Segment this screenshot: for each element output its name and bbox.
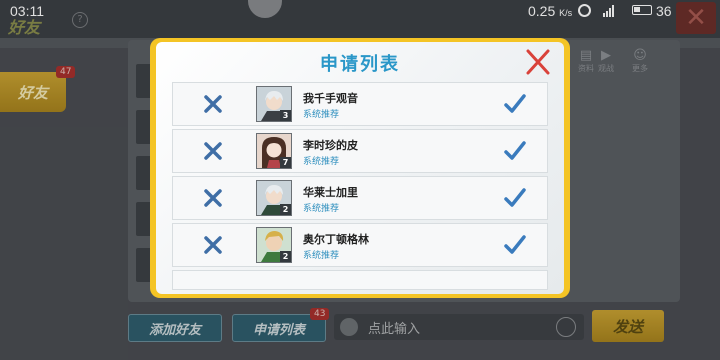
dialog-close-button[interactable] <box>522 48 554 76</box>
avatar[interactable]: 2 <box>256 227 292 263</box>
reject-button[interactable] <box>203 141 223 161</box>
check-icon <box>504 141 526 160</box>
close-icon <box>526 49 550 75</box>
cross-icon <box>204 236 222 254</box>
accept-button[interactable] <box>503 140 527 162</box>
reject-button[interactable] <box>203 94 223 114</box>
request-row: 2 华莱士加里 系统推荐 <box>172 176 548 220</box>
check-icon <box>504 94 526 113</box>
accept-button[interactable] <box>503 93 527 115</box>
cross-icon <box>204 95 222 113</box>
reject-button[interactable] <box>203 235 223 255</box>
player-name: 我千手观音 <box>303 92 358 105</box>
avatar[interactable]: 7 <box>256 133 292 169</box>
request-list: 3 我千手观音 系统推荐 7 李时珍的皮 系统推荐 2 华莱士加里 系统推荐 2… <box>172 82 548 292</box>
request-row: 3 我千手观音 系统推荐 <box>172 82 548 126</box>
level-badge: 3 <box>280 110 291 121</box>
cross-icon <box>204 142 222 160</box>
player-name: 奥尔丁顿格林 <box>303 233 369 246</box>
request-list-dialog: 申请列表 3 我千手观音 系统推荐 7 李时珍的皮 系统推荐 2 华莱士加里 系… <box>156 42 564 294</box>
avatar[interactable]: 2 <box>256 180 292 216</box>
request-row <box>172 270 548 290</box>
level-badge: 2 <box>280 251 291 262</box>
accept-button[interactable] <box>503 187 527 209</box>
request-source: 系统推荐 <box>303 110 340 120</box>
level-badge: 7 <box>280 157 291 168</box>
reject-button[interactable] <box>203 188 223 208</box>
accept-button[interactable] <box>503 234 527 256</box>
request-row: 7 李时珍的皮 系统推荐 <box>172 129 548 173</box>
request-source: 系统推荐 <box>303 157 340 167</box>
player-name: 华莱士加里 <box>303 186 358 199</box>
dialog-title: 申请列表 <box>320 54 400 75</box>
level-badge: 2 <box>280 204 291 215</box>
cross-icon <box>204 189 222 207</box>
check-icon <box>504 235 526 254</box>
check-icon <box>504 188 526 207</box>
player-name: 李时珍的皮 <box>303 139 358 152</box>
request-source: 系统推荐 <box>303 204 340 214</box>
request-row: 2 奥尔丁顿格林 系统推荐 <box>172 223 548 267</box>
avatar[interactable]: 3 <box>256 86 292 122</box>
request-source: 系统推荐 <box>303 251 340 261</box>
